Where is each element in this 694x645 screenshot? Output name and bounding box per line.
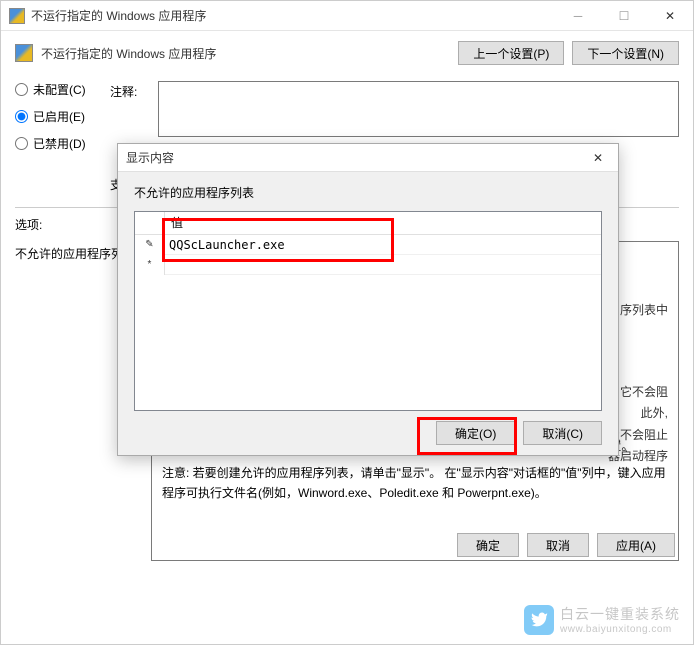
radio-enabled-input[interactable] xyxy=(15,110,28,123)
help-note2: 注意: 若要创建允许的应用程序列表，请单击"显示"。 在"显示内容"对话框的"值… xyxy=(162,464,668,502)
policy-icon xyxy=(15,44,33,62)
window-controls: ─ ☐ ✕ xyxy=(555,1,693,31)
grid-row-0[interactable]: ✎ QQScLauncher.exe xyxy=(135,235,601,255)
ok-button[interactable]: 确定 xyxy=(457,533,519,557)
maximize-button[interactable]: ☐ xyxy=(601,1,647,31)
grid-col-value[interactable]: 值 xyxy=(165,212,601,234)
grid-rowhead-1: * xyxy=(135,255,165,275)
grid-cell-1[interactable] xyxy=(165,264,601,266)
radio-not-configured[interactable]: 未配置(C) xyxy=(15,81,110,98)
modal-subtitle: 不允许的应用程序列表 xyxy=(134,184,602,201)
modal-title: 显示内容 xyxy=(126,149,578,166)
page-title: 不运行指定的 Windows 应用程序 xyxy=(41,45,450,62)
show-contents-dialog: 显示内容 ✕ 不允许的应用程序列表 值 ✎ QQScLauncher.exe *… xyxy=(117,143,619,456)
radio-not-configured-label: 未配置(C) xyxy=(33,81,86,98)
titlebar: 不运行指定的 Windows 应用程序 ─ ☐ ✕ xyxy=(1,1,693,31)
radio-enabled[interactable]: 已启用(E) xyxy=(15,108,110,125)
modal-body: 不允许的应用程序列表 值 ✎ QQScLauncher.exe * 确定(O) … xyxy=(118,172,618,453)
next-setting-button[interactable]: 下一个设置(N) xyxy=(572,41,679,65)
radio-disabled-input[interactable] xyxy=(15,137,28,150)
edit-icon: ✎ xyxy=(145,239,153,250)
comment-label: 注释: xyxy=(110,81,158,100)
modal-ok-button[interactable]: 确定(O) xyxy=(436,421,515,445)
minimize-button[interactable]: ─ xyxy=(555,1,601,31)
new-row-icon: * xyxy=(148,259,152,270)
value-grid[interactable]: 值 ✎ QQScLauncher.exe * xyxy=(134,211,602,411)
modal-buttons: 确定(O) 取消(C) xyxy=(134,421,602,445)
header-row: 不运行指定的 Windows 应用程序 上一个设置(P) 下一个设置(N) xyxy=(15,41,679,65)
comment-textarea[interactable] xyxy=(158,81,679,137)
window-title: 不运行指定的 Windows 应用程序 xyxy=(31,7,555,24)
grid-row-1[interactable]: * xyxy=(135,255,601,275)
app-icon xyxy=(9,8,25,24)
grid-rowhead-0: ✎ xyxy=(135,235,165,255)
bottom-buttons: 确定 取消 应用(A) xyxy=(457,533,675,557)
grid-corner xyxy=(135,212,165,234)
close-button[interactable]: ✕ xyxy=(647,1,693,31)
cancel-button[interactable]: 取消 xyxy=(527,533,589,557)
modal-close-button[interactable]: ✕ xyxy=(578,144,618,172)
grid-header-row: 值 xyxy=(135,212,601,235)
modal-cancel-button[interactable]: 取消(C) xyxy=(523,421,602,445)
grid-cell-0[interactable]: QQScLauncher.exe xyxy=(165,237,601,253)
radio-disabled[interactable]: 已禁用(D) xyxy=(15,135,110,152)
radio-disabled-label: 已禁用(D) xyxy=(33,135,86,152)
radio-enabled-label: 已启用(E) xyxy=(33,108,85,125)
prev-setting-button[interactable]: 上一个设置(P) xyxy=(458,41,564,65)
radio-group: 未配置(C) 已启用(E) 已禁用(D) xyxy=(15,81,110,162)
apply-button[interactable]: 应用(A) xyxy=(597,533,675,557)
modal-titlebar: 显示内容 ✕ xyxy=(118,144,618,172)
radio-not-configured-input[interactable] xyxy=(15,83,28,96)
